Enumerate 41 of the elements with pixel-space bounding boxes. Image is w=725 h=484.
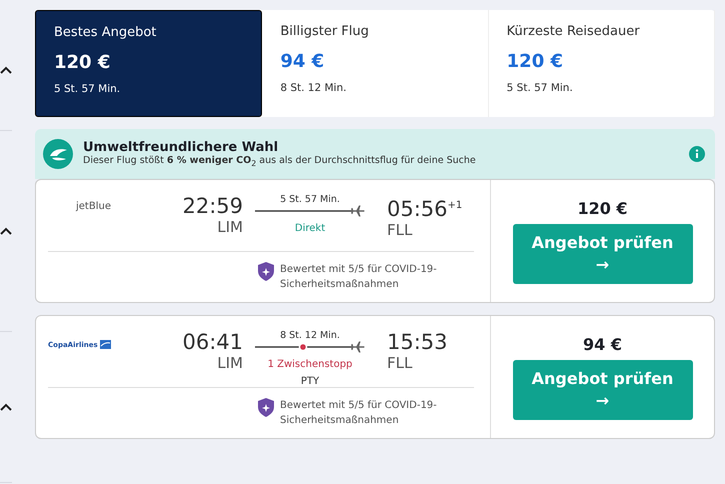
covid-rating: Bewertet mit 5/5 für COVID-19-Sicherheitsmaßnahmen xyxy=(280,399,438,428)
plane-icon xyxy=(351,341,365,353)
arrival-airport: FLL xyxy=(387,221,414,239)
flight-duration: 8 St. 12 Min. xyxy=(280,330,340,341)
tab-label: Bestes Angebot xyxy=(54,25,158,40)
chevron-up-icon[interactable] xyxy=(0,66,12,74)
tab-label: Billigster Flug xyxy=(280,24,370,39)
arrival-time: 05:56$^{+1}$ xyxy=(387,196,462,221)
flight-duration: 5 St. 57 Min. xyxy=(280,194,340,205)
shield-icon xyxy=(258,398,274,417)
eco-text: Dieser Flug stößt 6 % weniger CO$_{2}$ aus als der Durchschnittsflug für deine Suche xyxy=(83,155,477,168)
tab-price: 94 € xyxy=(280,51,326,72)
sort-tab[interactable]: Kürzeste Reisedauer 120 € 5 St. 57 Min. xyxy=(488,10,715,117)
departure-time: 22:59 xyxy=(182,194,243,218)
arrival-airport: FLL xyxy=(387,354,414,372)
chevron-up-icon[interactable] xyxy=(0,403,12,411)
departure-airport: LIM xyxy=(217,218,243,236)
sort-tab[interactable]: Bestes Angebot 120 € 5 St. 57 Min. xyxy=(35,10,262,117)
departure-time: 06:41 xyxy=(182,330,243,354)
tab-price: 120 € xyxy=(54,52,112,73)
price: 120 € xyxy=(577,198,628,218)
arrival-time: 15:53 xyxy=(387,330,449,354)
departure-airport: LIM xyxy=(217,354,243,372)
stops-label: 1 Zwischenstopp xyxy=(268,359,352,370)
covid-rating: Bewertet mit 5/5 für COVID-19-Sicherheitsmaßnahmen xyxy=(280,263,438,292)
eco-title: Umweltfreundlichere Wahl xyxy=(83,140,280,156)
plane-icon xyxy=(351,205,365,217)
sort-tab[interactable]: Billigster Flug 94 € 8 St. 12 Min. xyxy=(262,10,489,117)
leaf-icon xyxy=(43,139,73,169)
shield-icon xyxy=(258,262,274,281)
tab-duration: 5 St. 57 Min. xyxy=(54,83,122,95)
tab-duration: 8 St. 12 Min. xyxy=(280,82,348,94)
stopover-airport: PTY xyxy=(300,376,320,387)
stops-label: Direkt xyxy=(294,223,326,234)
tab-duration: 5 St. 57 Min. xyxy=(506,82,574,94)
airline-name: jetBlue xyxy=(76,201,111,212)
info-icon[interactable] xyxy=(689,146,705,162)
tab-label: Kürzeste Reisedauer xyxy=(506,24,641,39)
price: 94 € xyxy=(583,334,622,354)
chevron-up-icon[interactable] xyxy=(0,227,12,235)
tab-price: 120 € xyxy=(506,51,564,72)
